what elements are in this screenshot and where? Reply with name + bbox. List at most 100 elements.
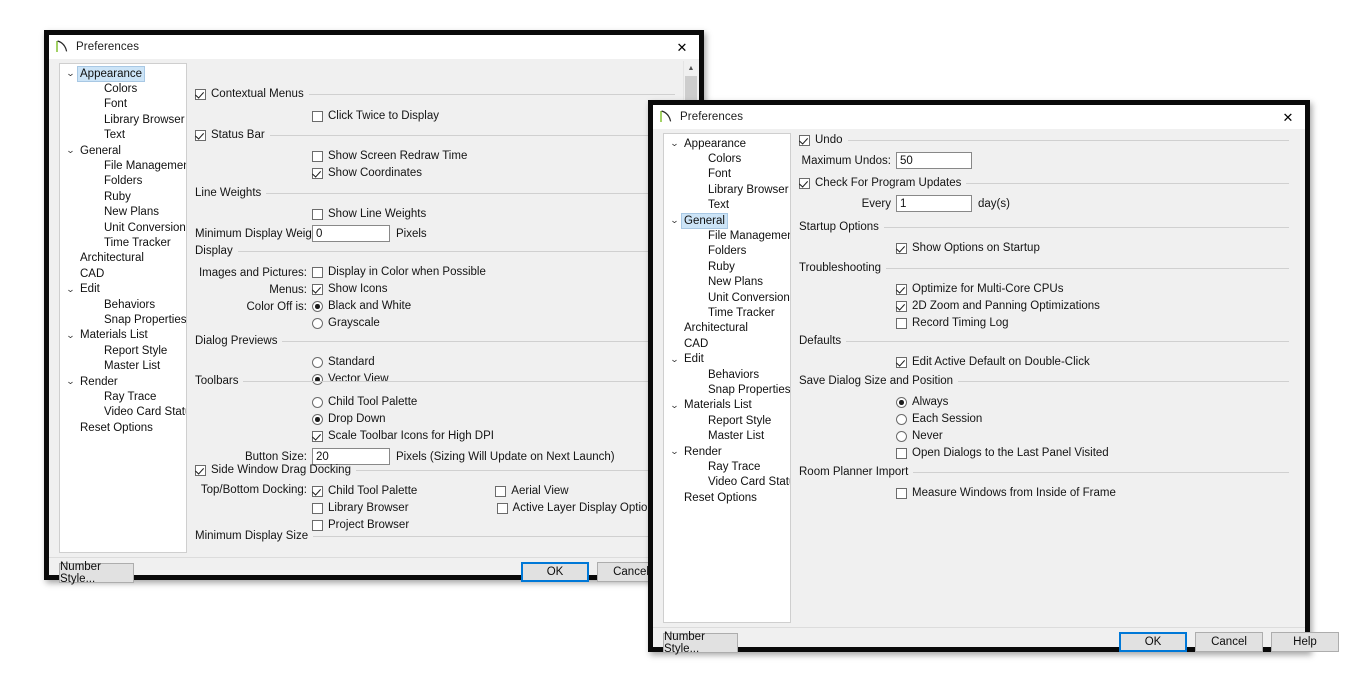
dock-active-layer-display-options-checkbox[interactable]: [496, 503, 508, 514]
tree-item-font[interactable]: Font: [664, 167, 790, 182]
number-style-button-back[interactable]: Number Style...: [59, 561, 134, 585]
show-icons-checkbox[interactable]: [312, 284, 323, 295]
chevron-down-icon[interactable]: ⌄: [62, 330, 78, 340]
tree-item-materials-list[interactable]: ⌄ Materials List: [60, 328, 186, 343]
tree-item-appearance[interactable]: ⌄ Appearance: [60, 65, 186, 82]
tree-item-new-plans[interactable]: New Plans: [60, 205, 186, 220]
tree-item-snap-properties[interactable]: Snap Properties: [664, 382, 790, 397]
show-coordinates-checkbox[interactable]: [312, 168, 323, 179]
chevron-down-icon[interactable]: ⌄: [666, 400, 682, 410]
measure-windows-checkbox[interactable]: [896, 488, 907, 499]
tree-item-edit[interactable]: ⌄ Edit: [664, 351, 790, 366]
ok-button-back[interactable]: OK: [521, 562, 589, 582]
undo-checkbox[interactable]: [799, 134, 810, 146]
titlebar-front[interactable]: Preferences ✕: [653, 105, 1305, 129]
chevron-down-icon[interactable]: ⌄: [62, 146, 78, 155]
tree-item-general[interactable]: ⌄ General: [60, 143, 186, 158]
tree-item-folders[interactable]: Folders: [60, 174, 186, 189]
2d-zoom-panning-checkbox[interactable]: [896, 301, 907, 312]
tree-item-general[interactable]: ⌄ General: [664, 212, 790, 229]
tree-item-reset-options[interactable]: Reset Options: [60, 420, 186, 435]
save-always-radio[interactable]: [896, 397, 907, 408]
drop-down-radio[interactable]: [312, 414, 323, 425]
ok-button-front[interactable]: OK: [1119, 632, 1187, 652]
tree-item-reset-options[interactable]: Reset Options: [664, 490, 790, 505]
tree-item-library-browser[interactable]: Library Browser: [664, 182, 790, 197]
tree-item-colors[interactable]: Colors: [664, 151, 790, 166]
record-timing-log-checkbox[interactable]: [896, 318, 907, 329]
tree-item-file-management[interactable]: File Management: [60, 158, 186, 173]
settings-tree-back[interactable]: ⌄ Appearance Colors Font Library Browser Text…: [59, 63, 187, 553]
chevron-down-icon[interactable]: ⌄: [666, 139, 682, 148]
grayscale-radio[interactable]: [312, 318, 323, 329]
chevron-down-icon[interactable]: ⌄: [666, 354, 682, 364]
tree-item-library-browser[interactable]: Library Browser: [60, 112, 186, 127]
show-screen-redraw-time-checkbox[interactable]: [312, 151, 323, 162]
tree-item-master-list[interactable]: Master List: [60, 358, 186, 373]
tree-item-master-list[interactable]: Master List: [664, 428, 790, 443]
tree-item-render[interactable]: ⌄ Render: [664, 444, 790, 459]
save-each-session-radio[interactable]: [896, 414, 907, 425]
minimum-display-weight-input[interactable]: 0: [312, 225, 390, 242]
tree-item-materials-list[interactable]: ⌄ Materials List: [664, 398, 790, 413]
tree-item-time-tracker[interactable]: Time Tracker: [60, 235, 186, 250]
standard-radio[interactable]: [312, 357, 323, 368]
tree-item-behaviors[interactable]: Behaviors: [60, 297, 186, 312]
maximum-undos-input[interactable]: 50: [896, 152, 972, 169]
show-line-weights-checkbox[interactable]: [312, 209, 323, 220]
tree-item-ray-trace[interactable]: Ray Trace: [60, 389, 186, 404]
tree-item-architectural[interactable]: Architectural: [60, 251, 186, 266]
tree-item-ruby[interactable]: Ruby: [60, 189, 186, 204]
tree-item-snap-properties[interactable]: Snap Properties: [60, 312, 186, 327]
edit-active-default-checkbox[interactable]: [896, 357, 907, 368]
update-every-input[interactable]: 1: [896, 195, 972, 212]
tree-item-ray-trace[interactable]: Ray Trace: [664, 459, 790, 474]
save-never-radio[interactable]: [896, 431, 907, 442]
chevron-down-icon[interactable]: ⌄: [666, 447, 682, 456]
tree-item-architectural[interactable]: Architectural: [664, 321, 790, 336]
display-in-color-checkbox[interactable]: [312, 267, 323, 278]
dock-library-browser-checkbox[interactable]: [312, 503, 323, 514]
tree-item-text[interactable]: Text: [664, 198, 790, 213]
chevron-down-icon[interactable]: ⌄: [62, 377, 78, 386]
black-and-white-radio[interactable]: [312, 301, 323, 312]
tree-item-new-plans[interactable]: New Plans: [664, 275, 790, 290]
chevron-down-icon[interactable]: ⌄: [62, 284, 78, 294]
tree-item-appearance[interactable]: ⌄ Appearance: [664, 136, 790, 151]
scroll-up-icon[interactable]: ▲: [684, 61, 698, 75]
tree-item-video-card-status[interactable]: Video Card Status: [60, 405, 186, 420]
tree-item-cad[interactable]: CAD: [664, 336, 790, 351]
optimize-multicore-checkbox[interactable]: [896, 284, 907, 295]
tree-item-folders[interactable]: Folders: [664, 244, 790, 259]
chevron-down-icon[interactable]: ⌄: [62, 69, 78, 78]
dock-child-tool-palette-checkbox[interactable]: [312, 486, 323, 497]
open-dialogs-last-panel-checkbox[interactable]: [896, 448, 907, 459]
status-bar-checkbox[interactable]: [195, 129, 206, 141]
help-button-front[interactable]: Help: [1271, 632, 1339, 652]
titlebar-back[interactable]: Preferences ✕: [49, 35, 699, 59]
cancel-button-front[interactable]: Cancel: [1195, 632, 1263, 652]
tree-item-file-management[interactable]: File Management: [664, 228, 790, 243]
scale-toolbar-icons-checkbox[interactable]: [312, 431, 323, 442]
contextual-menus-checkbox[interactable]: [195, 88, 206, 100]
tree-item-cad[interactable]: CAD: [60, 266, 186, 281]
check-updates-checkbox[interactable]: [799, 177, 810, 189]
tree-item-report-style[interactable]: Report Style: [60, 343, 186, 358]
number-style-button-front[interactable]: Number Style...: [663, 631, 738, 655]
chevron-down-icon[interactable]: ⌄: [666, 216, 682, 225]
tree-item-time-tracker[interactable]: Time Tracker: [664, 305, 790, 320]
tree-item-unit-conversions[interactable]: Unit Conversions: [60, 220, 186, 235]
click-twice-checkbox[interactable]: [312, 111, 323, 122]
tree-item-unit-conversions[interactable]: Unit Conversions: [664, 290, 790, 305]
tree-item-text[interactable]: Text: [60, 128, 186, 143]
child-tool-palette-radio[interactable]: [312, 397, 323, 408]
tree-item-behaviors[interactable]: Behaviors: [664, 367, 790, 382]
tree-item-ruby[interactable]: Ruby: [664, 259, 790, 274]
side-window-drag-docking-checkbox[interactable]: [195, 464, 206, 476]
close-icon[interactable]: ✕: [1271, 105, 1305, 129]
tree-item-report-style[interactable]: Report Style: [664, 413, 790, 428]
tree-item-colors[interactable]: Colors: [60, 81, 186, 96]
dock-aerial-view-checkbox[interactable]: [495, 486, 507, 497]
show-options-on-startup-checkbox[interactable]: [896, 243, 907, 254]
close-icon[interactable]: ✕: [665, 35, 699, 59]
